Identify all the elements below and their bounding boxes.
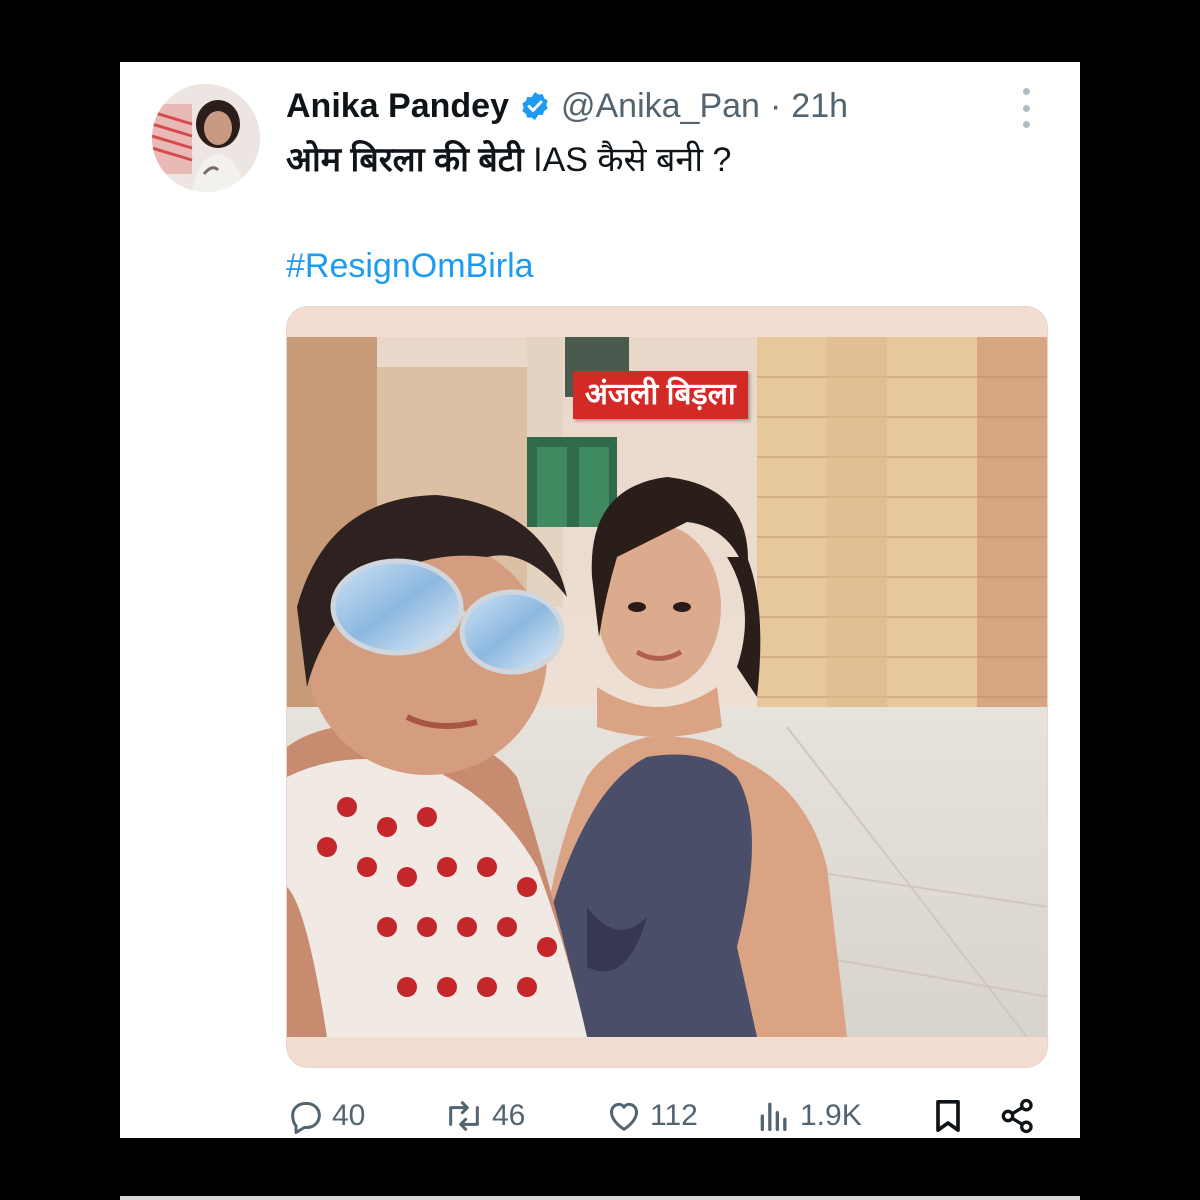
- tweet-text-rest: IAS कैसे बनी ?: [523, 141, 732, 179]
- repost-icon: [442, 1096, 486, 1136]
- avatar-image: [152, 84, 260, 192]
- separator-dot: ·: [769, 86, 782, 125]
- more-options-icon[interactable]: [1012, 88, 1040, 128]
- tweet-photo[interactable]: अंजली बिड़ला: [286, 306, 1048, 1068]
- views-icon: [754, 1096, 794, 1136]
- author-name[interactable]: Anika Pandey: [286, 87, 509, 126]
- verified-badge-icon: [519, 90, 551, 122]
- share-icon: [998, 1096, 1038, 1136]
- tweet-header: Anika Pandey @Anika_Pan · 21h: [286, 80, 848, 132]
- heart-icon: [604, 1096, 644, 1136]
- author-avatar[interactable]: [152, 84, 260, 192]
- repost-button[interactable]: 46: [442, 1092, 525, 1140]
- next-tweet-edge: [120, 1196, 1080, 1200]
- photo-image: [287, 307, 1047, 1038]
- reply-button[interactable]: 40: [286, 1092, 365, 1140]
- like-count: 112: [650, 1099, 698, 1132]
- tweet-card[interactable]: Anika Pandey @Anika_Pan · 21h ओम बिरला क…: [120, 62, 1080, 1138]
- tweet-actions-bar: 40 46 112 1.9K: [286, 1092, 1046, 1140]
- views-count: 1.9K: [800, 1099, 862, 1132]
- photo-caption-label: अंजली बिड़ला: [573, 371, 748, 419]
- hashtag-link[interactable]: #ResignOmBirla: [286, 242, 534, 290]
- share-button[interactable]: [998, 1092, 1038, 1140]
- views-button[interactable]: 1.9K: [754, 1092, 862, 1140]
- bookmark-icon: [928, 1096, 968, 1136]
- reply-icon: [286, 1096, 326, 1136]
- repost-count: 46: [492, 1099, 526, 1132]
- tweet-timestamp[interactable]: 21h: [791, 87, 848, 126]
- tweet-text: ओम बिरला की बेटी IAS कैसे बनी ?: [286, 136, 731, 184]
- author-handle[interactable]: @Anika_Pan: [561, 87, 760, 126]
- bookmark-button[interactable]: [928, 1092, 968, 1140]
- reply-count: 40: [332, 1099, 366, 1132]
- tweet-text-bold: ओम बिरला की बेटी: [286, 141, 524, 179]
- like-button[interactable]: 112: [604, 1092, 698, 1140]
